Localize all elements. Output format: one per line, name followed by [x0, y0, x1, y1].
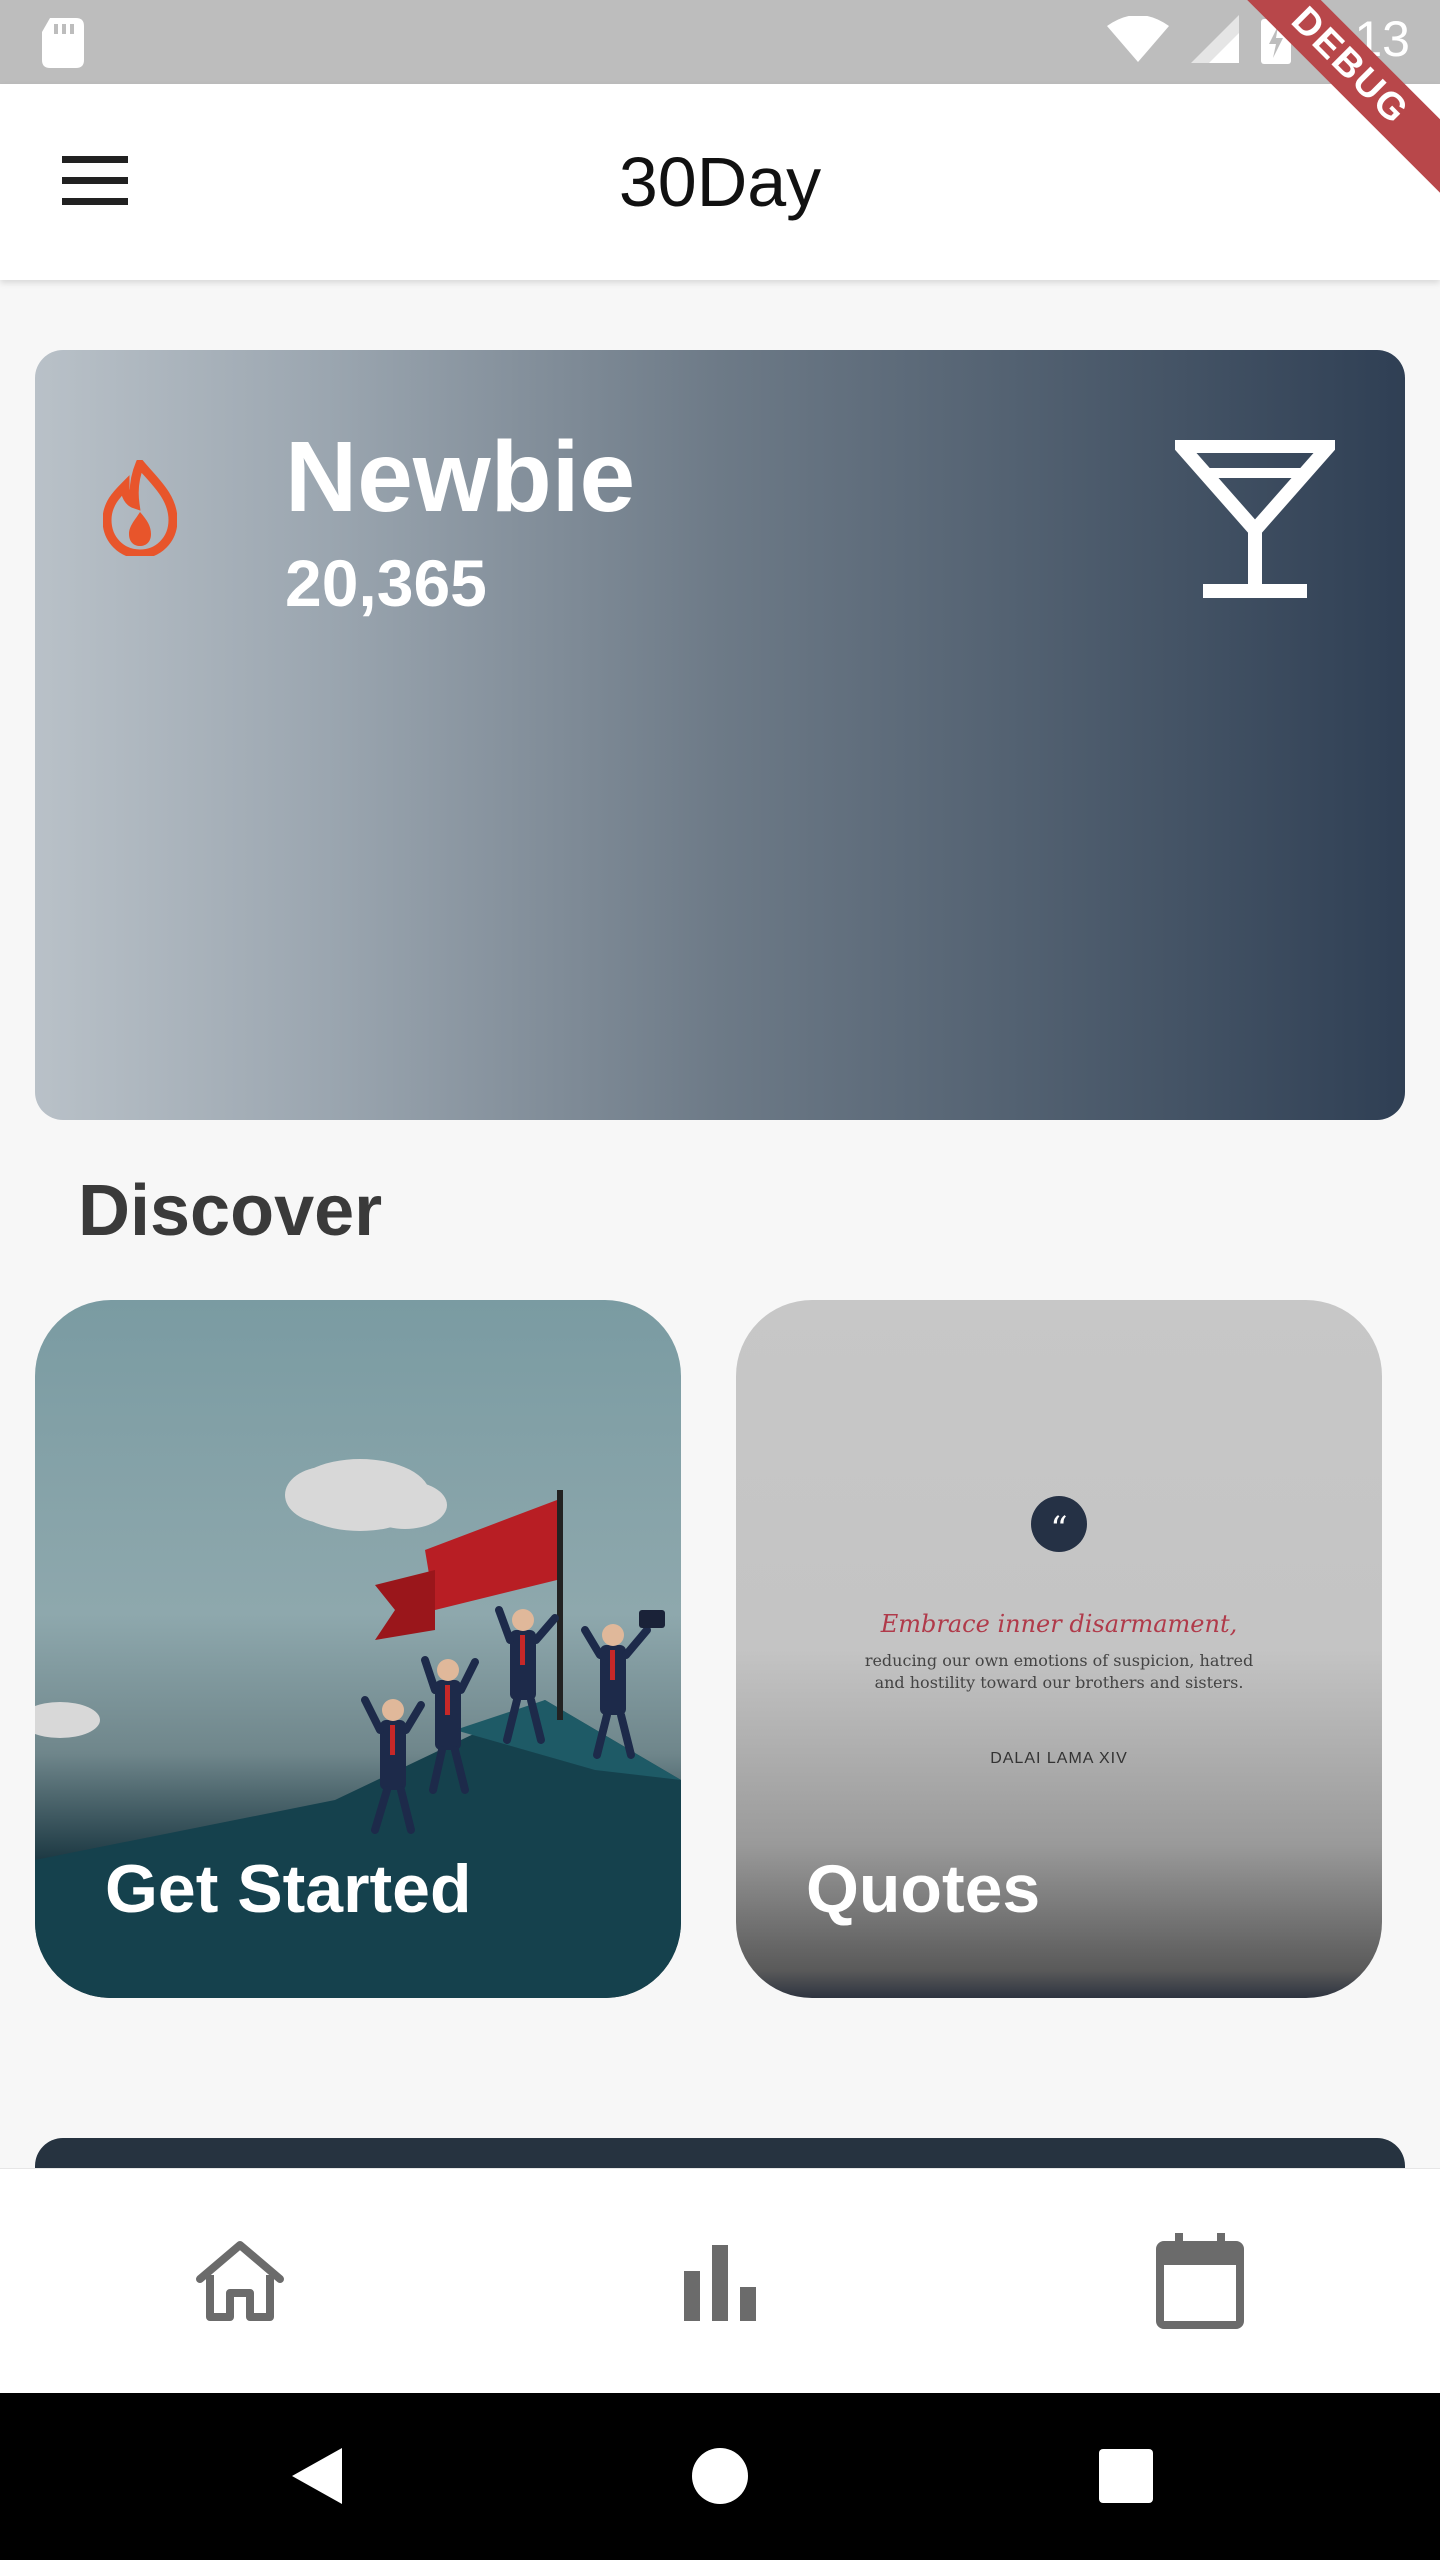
system-back-button[interactable] [236, 2392, 396, 2560]
nav-stats[interactable] [600, 2169, 840, 2393]
app-bar: 30Day [0, 84, 1440, 280]
bottom-navigation [0, 2168, 1440, 2393]
quote-author: DALAI LAMA XIV [990, 1750, 1128, 1767]
system-navigation-bar [0, 2392, 1440, 2560]
home-circle-icon [692, 2448, 748, 2504]
system-recents-button[interactable] [1046, 2392, 1206, 2560]
wifi-icon [1106, 16, 1169, 62]
get-started-card[interactable]: Get Started [35, 1300, 681, 1998]
stats-icon [684, 2245, 756, 2321]
quote-mark-icon: “ [1031, 1496, 1087, 1552]
status-bar: 7:13 DEBUG [0, 0, 1440, 198]
get-started-label: Get Started [105, 1851, 472, 1927]
sd-card-icon [42, 18, 84, 68]
level-name: Newbie [285, 421, 636, 533]
signal-icon [1190, 15, 1239, 63]
recents-icon [1099, 2449, 1153, 2503]
back-icon [292, 2448, 342, 2504]
cocktail-icon [1175, 440, 1335, 598]
flame-icon [103, 460, 177, 556]
level-card[interactable]: Newbie 20,365 [35, 350, 1405, 1120]
quote-title: Embrace inner disarmament, [880, 1610, 1238, 1638]
quote-body: reducing our own emotions of suspicion, … [864, 1651, 1254, 1692]
calendar-icon [1156, 2233, 1244, 2329]
quotes-label: Quotes [806, 1851, 1041, 1927]
next-card-peek[interactable] [35, 2138, 1405, 2168]
discover-heading: Discover [78, 1171, 383, 1251]
home-icon [196, 2241, 284, 2321]
level-points: 20,365 [285, 546, 487, 620]
nav-home[interactable] [120, 2169, 360, 2393]
quotes-card[interactable]: “ Embrace inner disarmament, reducing ou… [736, 1300, 1382, 1998]
nav-calendar[interactable] [1080, 2169, 1320, 2393]
system-home-button[interactable] [640, 2392, 800, 2560]
app-title: 30Day [618, 143, 822, 221]
